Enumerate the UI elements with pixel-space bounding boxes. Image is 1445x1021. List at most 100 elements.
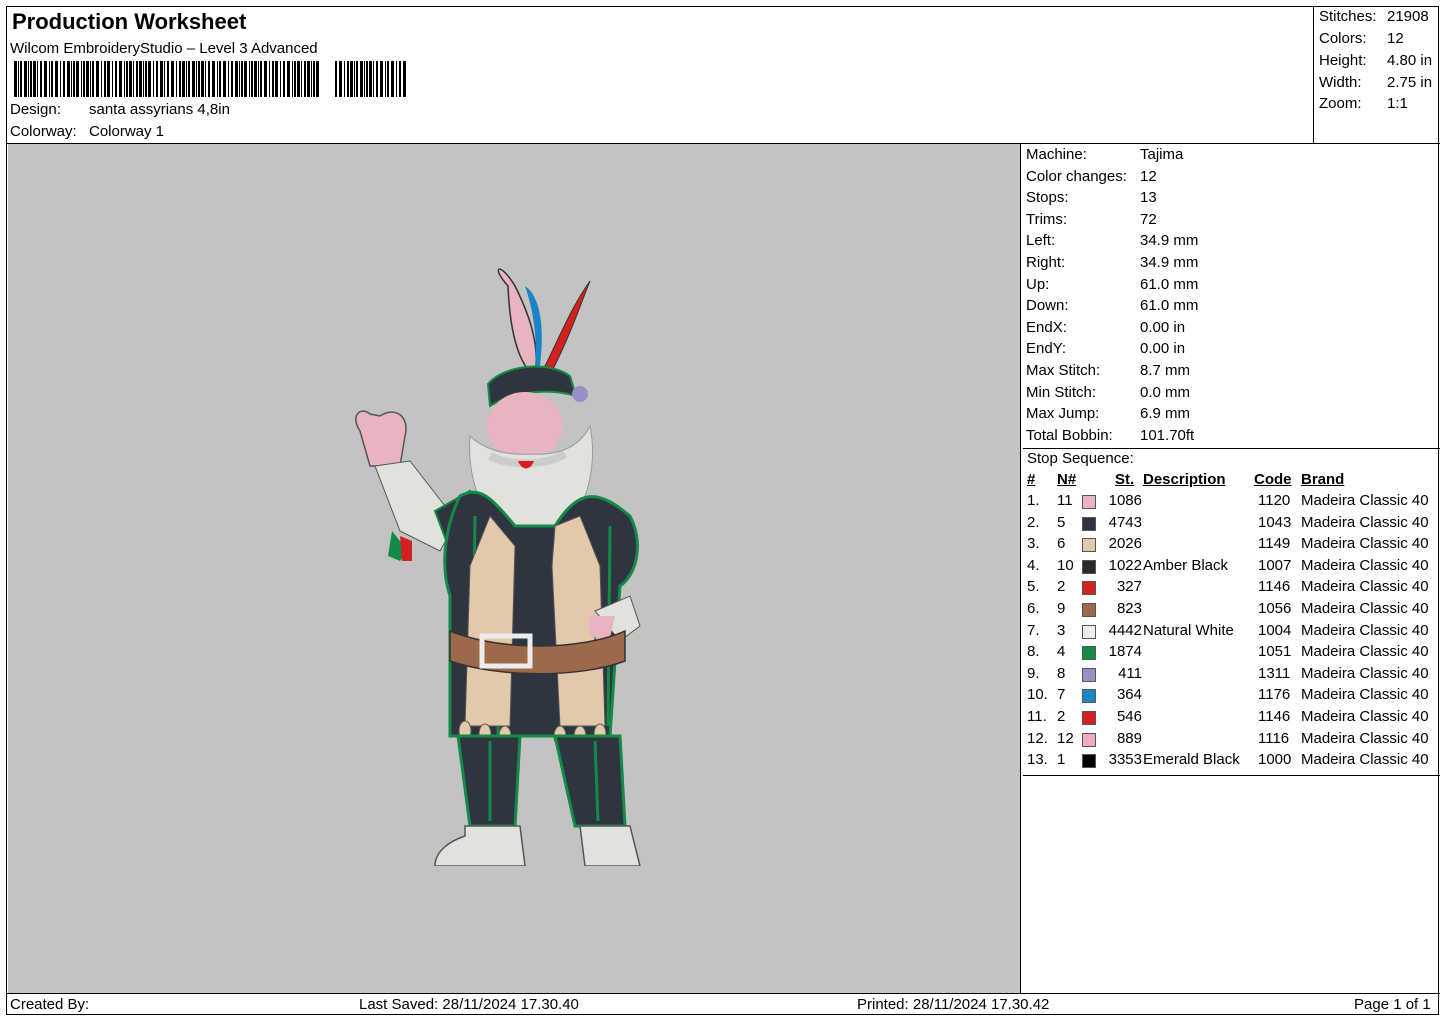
- stop-sequence-row: 5. 2 327 1146 Madeira Classic 40: [1023, 578, 1440, 600]
- last-saved: Last Saved: 28/11/2024 17.30.40: [359, 996, 579, 1013]
- row-brand: Madeira Classic 40: [1301, 751, 1429, 769]
- row-stitches: 2026: [1108, 535, 1142, 553]
- design-row: Design: santa assyrians 4,8in: [10, 101, 230, 118]
- info-row: Max Jump: 6.9 mm: [1026, 405, 1190, 422]
- design-preview: [8, 144, 1021, 993]
- row-index: 12.: [1027, 729, 1048, 747]
- design-value: santa assyrians 4,8in: [89, 101, 230, 118]
- row-needle: 9: [1057, 600, 1066, 617]
- panel-divider: [1023, 775, 1440, 776]
- row-code: 1146: [1258, 578, 1291, 596]
- info-value: 0.00 in: [1140, 340, 1186, 358]
- row-description: Natural White: [1143, 621, 1234, 639]
- row-stitches: 411: [1118, 664, 1142, 682]
- stat-value: 21908: [1387, 8, 1429, 25]
- stop-sequence-row: 1. 11 1086 1120 Madeira Classic 40: [1023, 492, 1440, 514]
- info-value: 72: [1140, 210, 1157, 228]
- row-index: 3.: [1027, 535, 1040, 553]
- color-swatch: [1082, 603, 1096, 617]
- row-index: 13.: [1027, 751, 1048, 769]
- info-value: 0.0 mm: [1140, 383, 1191, 401]
- row-description: Emerald Black: [1143, 751, 1240, 769]
- row-brand: Madeira Classic 40: [1301, 643, 1429, 661]
- row-needle: 12: [1057, 729, 1074, 747]
- row-needle: 7: [1057, 686, 1066, 704]
- info-label: Trims:: [1026, 210, 1068, 228]
- info-label: Left:: [1026, 232, 1056, 250]
- santa-embroidery-image: [355, 268, 641, 866]
- row-index: 6.: [1027, 600, 1040, 617]
- software-name: Wilcom EmbroideryStudio – Level 3 Advanc…: [10, 40, 318, 57]
- stat-label: Zoom:: [1319, 95, 1362, 112]
- info-label: EndX:: [1026, 318, 1067, 336]
- row-brand: Madeira Classic 40: [1301, 578, 1429, 596]
- row-index: 10.: [1027, 686, 1048, 704]
- info-label: Max Stitch:: [1026, 362, 1101, 379]
- info-label: Min Stitch:: [1026, 383, 1097, 401]
- info-value: 13: [1140, 189, 1157, 207]
- color-swatch: [1082, 538, 1096, 553]
- info-value: 0.00 in: [1140, 318, 1186, 336]
- col-header-st: St.: [1115, 471, 1135, 488]
- info-value: Tajima: [1140, 146, 1184, 163]
- stat-width: Width: 2.75 in: [1319, 74, 1432, 91]
- row-brand: Madeira Classic 40: [1301, 708, 1429, 725]
- stop-sequence-row: 12. 12 889 1116 Madeira Classic 40: [1023, 730, 1440, 752]
- row-code: 1004: [1258, 621, 1292, 639]
- stop-sequence-row: 13. 1 3353 Emerald Black 1000 Madeira Classic…: [1023, 751, 1440, 773]
- row-index: 4.: [1027, 556, 1040, 574]
- info-label: Max Jump:: [1026, 405, 1100, 423]
- col-header-n: N#: [1057, 471, 1077, 488]
- info-row: Trims: 72: [1026, 211, 1157, 228]
- info-value: 12: [1140, 167, 1157, 185]
- stat-zoom: Zoom: 1:1: [1319, 95, 1408, 112]
- footer-divider: [7, 993, 1440, 994]
- row-brand: Madeira Classic 40: [1301, 556, 1429, 574]
- color-swatch: [1082, 711, 1096, 725]
- row-code: 1146: [1258, 708, 1291, 725]
- row-index: 2.: [1027, 513, 1040, 531]
- stat-value: 12: [1387, 30, 1404, 47]
- info-value: 8.7 mm: [1140, 362, 1191, 379]
- row-brand: Madeira Classic 40: [1301, 729, 1429, 747]
- stat-value: 1:1: [1387, 95, 1408, 112]
- stop-sequence-title: Stop Sequence:: [1027, 450, 1134, 467]
- info-value: 61.0 mm: [1140, 297, 1199, 315]
- row-index: 5.: [1027, 578, 1040, 596]
- stop-sequence-row: 8. 4 1874 1051 Madeira Classic 40: [1023, 643, 1440, 665]
- created-by: Created By:: [10, 996, 90, 1013]
- info-row: Down: 61.0 mm: [1026, 297, 1198, 314]
- row-code: 1116: [1258, 729, 1290, 747]
- row-needle: 11: [1057, 492, 1073, 509]
- color-swatch: [1082, 667, 1096, 682]
- color-swatch: [1082, 581, 1096, 596]
- info-row: Total Bobbin: 101.70ft: [1026, 427, 1194, 444]
- info-row: Min Stitch: 0.0 mm: [1026, 384, 1190, 401]
- row-stitches: 4442: [1108, 621, 1142, 639]
- row-stitches: 1874: [1108, 643, 1142, 661]
- info-row: Color changes: 12: [1026, 168, 1157, 185]
- info-row: Max Stitch: 8.7 mm: [1026, 362, 1190, 379]
- stop-sequence-row: 4. 10 1022 Amber Black 1007 Madeira Classic 4…: [1023, 557, 1440, 579]
- production-worksheet: Production Worksheet Wilcom EmbroiderySt…: [6, 6, 1440, 1015]
- row-index: 7.: [1027, 621, 1040, 639]
- row-code: 1176: [1258, 686, 1291, 704]
- row-brand: Madeira Classic 40: [1301, 664, 1429, 682]
- row-code: 1149: [1258, 535, 1291, 553]
- row-description: Amber Black: [1143, 556, 1229, 574]
- stop-sequence-row: 9. 8 411 1311 Madeira Classic 40: [1023, 665, 1440, 687]
- color-swatch: [1082, 754, 1096, 769]
- stat-value: 4.80 in: [1387, 52, 1433, 69]
- stat-colors: Colors: 12: [1319, 30, 1404, 47]
- stop-sequence-row: 10. 7 364 1176 Madeira Classic 40: [1023, 686, 1440, 708]
- row-stitches: 546: [1116, 708, 1142, 725]
- colorway-label: Colorway:: [10, 123, 77, 140]
- row-needle: 5: [1057, 513, 1066, 531]
- row-index: 9.: [1027, 664, 1040, 682]
- info-label: Up:: [1026, 275, 1050, 293]
- row-stitches: 823: [1116, 600, 1142, 617]
- row-needle: 6: [1057, 535, 1066, 553]
- info-row: Left: 34.9 mm: [1026, 232, 1198, 249]
- info-value: 34.9 mm: [1140, 254, 1199, 271]
- row-code: 1043: [1258, 513, 1292, 531]
